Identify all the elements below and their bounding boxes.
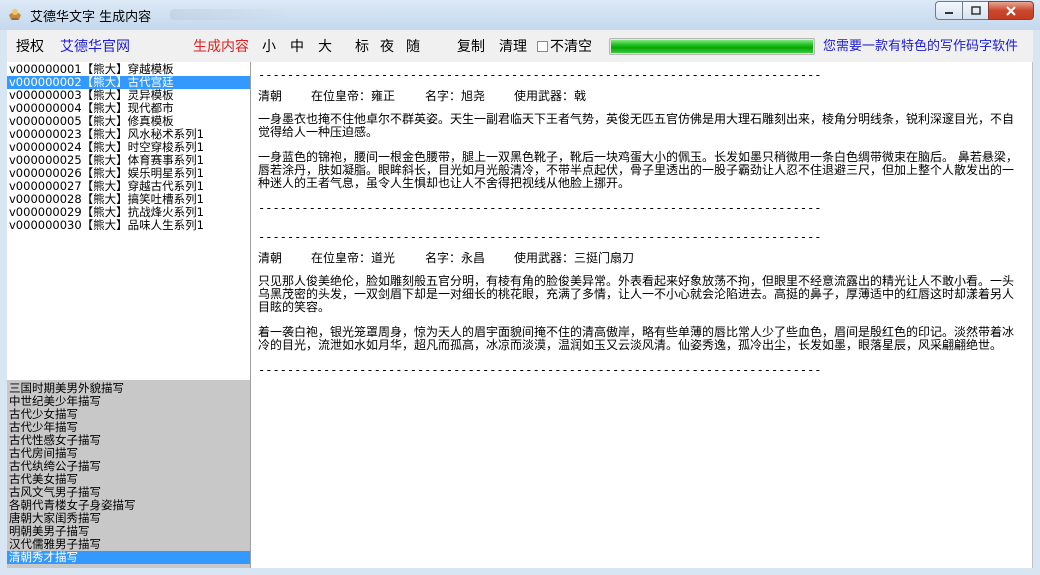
emperor-label: 在位皇帝：道光 [311, 251, 396, 265]
template-item[interactable]: v000000029【熊大】抗战烽火系列1 [7, 206, 250, 219]
template-item[interactable]: v000000023【熊大】风水秘术系列1 [7, 128, 250, 141]
template-item[interactable]: v000000004【熊大】现代都市 [7, 102, 250, 115]
description-item[interactable]: 明朝美男子描写 [7, 525, 250, 538]
description-item[interactable]: 各朝代青楼女子身姿描写 [7, 499, 250, 512]
description-item[interactable]: 古代房间描写 [7, 447, 250, 460]
copy-button[interactable]: 复制 [457, 39, 485, 55]
theme-standard-button[interactable]: 标 [355, 39, 369, 55]
clear-button[interactable]: 清理 [499, 39, 527, 55]
generate-button[interactable]: 生成内容 [193, 39, 249, 55]
close-button[interactable] [988, 1, 1034, 20]
emperor-label: 在位皇帝：雍正 [311, 89, 396, 103]
app-icon [9, 9, 21, 20]
minimize-icon [945, 11, 953, 14]
description-item[interactable]: 古风文气男子描写 [7, 486, 250, 499]
template-item[interactable]: v000000025【熊大】体育赛事系列1 [7, 154, 250, 167]
template-list[interactable]: v000000001【熊大】穿越模板 v000000002【熊大】古代宫廷 v000… [7, 62, 250, 380]
toolbar: 授权 艾德华官网 生成内容 小 中 大 标 夜 随 复制 清理 不清空 您需要一… [7, 30, 1033, 62]
article-meta: 清朝 在位皇帝：雍正 名字：旭尧 使用武器：戟 [258, 89, 1018, 103]
description-item[interactable]: 三国时期美男外貌描写 [7, 382, 250, 395]
theme-random-button[interactable]: 随 [406, 39, 420, 55]
name-label: 名字：永昌 [425, 251, 486, 265]
window-title: 艾德华文字 生成内容 [30, 10, 152, 25]
article-list: ----------------------------------------… [258, 69, 1018, 393]
weapon-label: 使用武器：三挺门扇刀 [514, 251, 635, 265]
template-item[interactable]: v000000026【熊大】娱乐明星系列1 [7, 167, 250, 180]
dynasty-label: 清朝 [258, 251, 283, 265]
article-paragraph: 一身蓝色的锦袍，腰间一根金色腰带，腿上一双黑色靴子，靴后一块鸡蛋大小的佩玉。长发… [258, 150, 1018, 190]
template-item[interactable]: v000000003【熊大】灵异模板 [7, 89, 250, 102]
template-item[interactable]: v000000002【熊大】古代宫廷 [7, 76, 250, 89]
description-item[interactable]: 古代少年描写 [7, 421, 250, 434]
description-item[interactable]: 唐朝大家闺秀描写 [7, 512, 250, 525]
separator-line: ----------------------------------------… [258, 231, 823, 243]
title-blur [170, 9, 290, 20]
separator-line: ----------------------------------------… [258, 364, 823, 376]
auth-button[interactable]: 授权 [16, 39, 44, 55]
description-list[interactable]: 三国时期美男外貌描写 中世纪美少年描写 古代少女描写 古代少年描写 古代性感女子描写 古代… [7, 380, 250, 568]
content-edge [1032, 62, 1033, 568]
website-link[interactable]: 艾德华官网 [60, 39, 130, 55]
description-item[interactable]: 古代性感女子描写 [7, 434, 250, 447]
theme-night-button[interactable]: 夜 [380, 39, 394, 55]
article-meta: 清朝 在位皇帝：道光 名字：永昌 使用武器：三挺门扇刀 [258, 251, 1018, 265]
article: ----------------------------------------… [258, 69, 1018, 214]
separator-line: ----------------------------------------… [258, 69, 823, 81]
description-item[interactable]: 古代美女描写 [7, 473, 250, 486]
article-paragraph: 一身墨衣也掩不住他卓尔不群英姿。天生一副君临天下王者气势，英俊无匹五官仿佛是用大… [258, 112, 1015, 139]
font-large-button[interactable]: 大 [318, 39, 332, 55]
template-item[interactable]: v000000027【熊大】穿越古代系列1 [7, 180, 250, 193]
no-clear-label: 不清空 [550, 39, 592, 55]
article-paragraph: 只见那人俊美绝伦，脸如雕刻般五官分明，有棱有角的脸俊美异常。外表看起来好象放荡不… [258, 274, 1015, 314]
window-controls [935, 1, 1034, 21]
font-small-button[interactable]: 小 [262, 39, 276, 55]
progress-fill [611, 40, 813, 53]
dynasty-label: 清朝 [258, 89, 283, 103]
article-paragraph: 着一袭白袍，银光笼罩周身，惊为天人的眉宇面貌间掩不住的清高傲岸，略有些单薄的唇比… [258, 325, 1015, 352]
weapon-label: 使用武器：戟 [514, 89, 587, 103]
name-label: 名字：旭尧 [425, 89, 486, 103]
no-clear-checkbox[interactable] [537, 41, 548, 52]
separator-line: ----------------------------------------… [258, 202, 823, 214]
template-item[interactable]: v000000030【熊大】品味人生系列1 [7, 219, 250, 232]
content-area[interactable]: ----------------------------------------… [250, 62, 1033, 568]
description-item[interactable]: 古代纨绔公子描写 [7, 460, 250, 473]
font-medium-button[interactable]: 中 [290, 39, 304, 55]
maximize-icon [970, 6, 981, 15]
close-icon [1006, 5, 1016, 16]
description-item[interactable]: 清朝秀才描写 [7, 551, 250, 564]
progress-bar [609, 38, 815, 55]
article: ----------------------------------------… [258, 231, 1018, 376]
minimize-button[interactable] [935, 1, 962, 20]
template-item[interactable]: v000000024【熊大】时空穿梭系列1 [7, 141, 250, 154]
description-item[interactable]: 汉代儒雅男子描写 [7, 538, 250, 551]
tagline-link[interactable]: 您需要一款有特色的写作码字软件 [823, 39, 1018, 55]
maximize-button[interactable] [962, 1, 988, 20]
description-item[interactable]: 中世纪美少年描写 [7, 395, 250, 408]
description-item[interactable]: 古代少女描写 [7, 408, 250, 421]
template-item[interactable]: v000000001【熊大】穿越模板 [7, 63, 250, 76]
template-item[interactable]: v000000028【熊大】搞笑吐槽系列1 [7, 193, 250, 206]
title-bar: 艾德华文字 生成内容 [0, 0, 1040, 30]
template-item[interactable]: v000000005【熊大】修真模板 [7, 115, 250, 128]
